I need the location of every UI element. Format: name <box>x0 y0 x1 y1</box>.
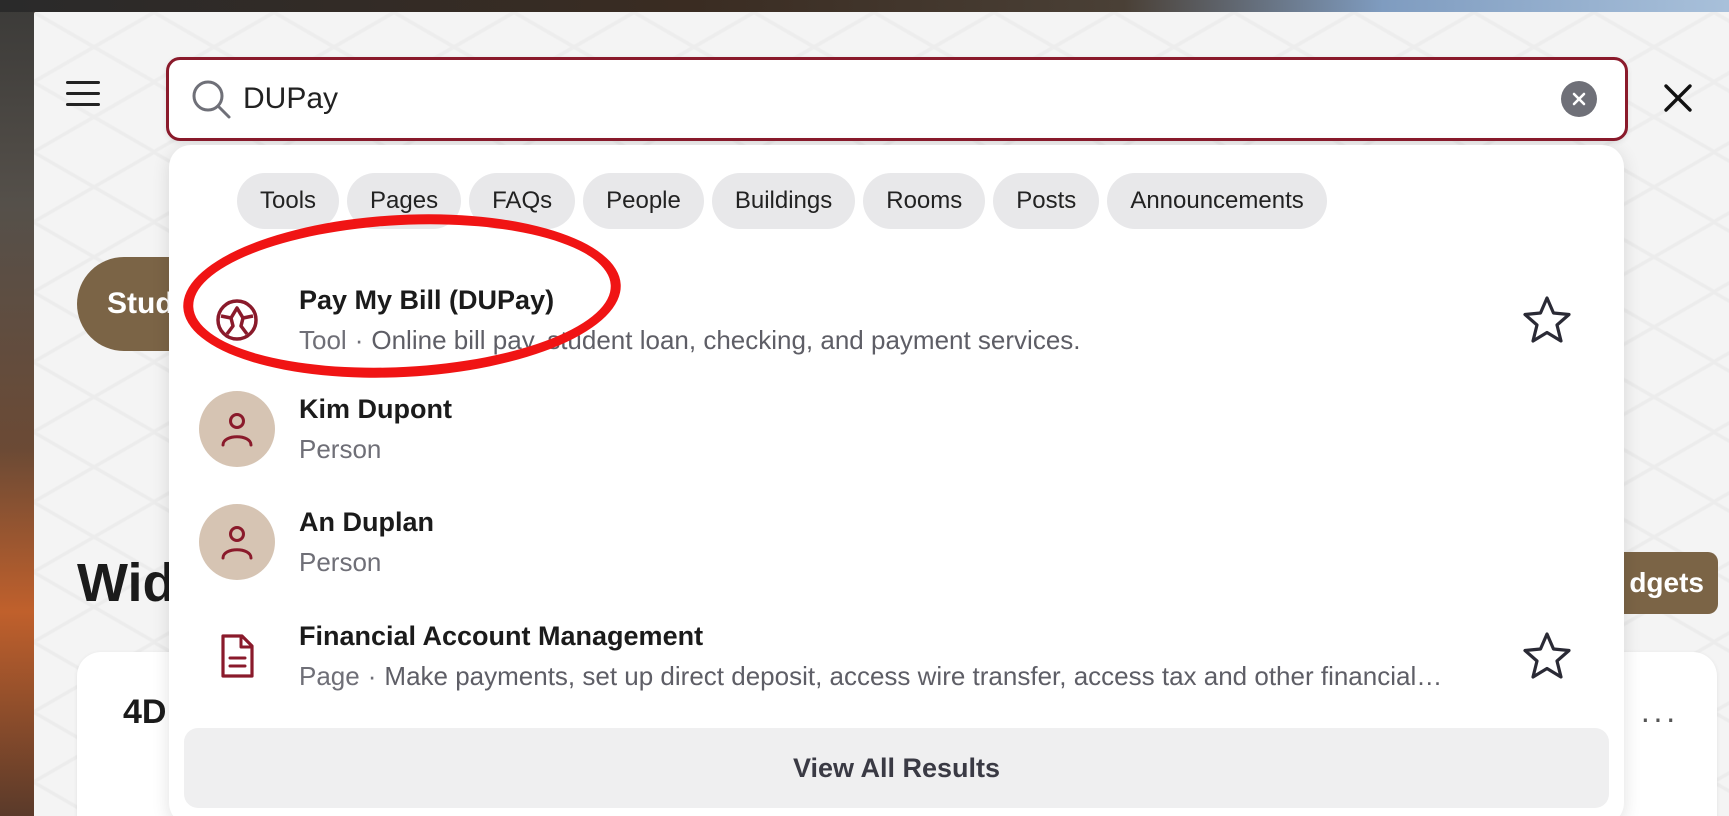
x-glyph-icon <box>1572 92 1586 106</box>
add-widgets-label: dgets <box>1629 567 1704 598</box>
search-results-dropdown: Tools Pages FAQs People Buildings Rooms … <box>169 145 1624 816</box>
search-input[interactable] <box>243 69 1561 129</box>
result-description: Online bill pay, student loan, checking,… <box>371 325 1081 355</box>
hamburger-line <box>66 102 100 106</box>
result-title: Kim Dupont <box>299 394 452 424</box>
clear-search-icon[interactable] <box>1561 81 1597 117</box>
hamburger-menu-button[interactable] <box>60 70 106 116</box>
filter-chip-announcements[interactable]: Announcements <box>1107 173 1327 229</box>
filter-chip-rooms[interactable]: Rooms <box>863 173 986 229</box>
widgets-heading: Wid <box>77 553 176 613</box>
result-type: Tool <box>299 325 347 355</box>
filter-chip-people[interactable]: People <box>583 173 704 229</box>
result-item[interactable]: Pay My Bill (DUPay) Tool · Online bill pay… <box>169 265 1624 375</box>
filter-chip-pages[interactable]: Pages <box>347 173 462 229</box>
favorite-star-icon[interactable] <box>1521 294 1573 346</box>
view-all-results-button[interactable]: View All Results <box>184 728 1609 808</box>
result-title: Pay My Bill (DUPay) <box>299 285 555 315</box>
search-bar <box>166 57 1628 141</box>
result-subtitle: Page · Make payments, set up direct deposi… <box>299 658 1442 694</box>
filter-chip-posts[interactable]: Posts <box>993 173 1100 229</box>
separator-dot: · <box>367 661 377 691</box>
close-search-icon[interactable] <box>1658 78 1698 118</box>
result-description: Make payments, set up direct deposit, ac… <box>384 661 1443 691</box>
filter-chip-tools[interactable]: Tools <box>237 173 340 229</box>
hamburger-line <box>66 80 100 84</box>
widget-card-title: 4D <box>123 693 167 731</box>
widget-card-more-icon[interactable]: ··· <box>1640 700 1678 737</box>
background-photo-left <box>0 0 34 816</box>
filter-chip-buildings[interactable]: Buildings <box>711 173 856 229</box>
person-icon <box>199 391 275 467</box>
result-title: Financial Account Management <box>299 621 704 651</box>
result-item[interactable]: An Duplan Person <box>169 487 1624 597</box>
result-type: Person <box>299 434 382 464</box>
document-icon <box>199 618 275 694</box>
result-type: Person <box>299 547 382 577</box>
tool-icon <box>199 282 275 358</box>
result-item[interactable]: Financial Account Management Page · Make p… <box>169 601 1624 711</box>
result-subtitle: Person <box>299 544 434 580</box>
student-pill-label: Stud <box>107 287 174 320</box>
result-title: An Duplan <box>299 507 434 537</box>
separator-dot: · <box>354 325 364 355</box>
result-subtitle: Tool · Online bill pay, student loan, chec… <box>299 322 1081 358</box>
filter-chip-faqs[interactable]: FAQs <box>469 173 576 229</box>
result-item[interactable]: Kim Dupont Person <box>169 374 1624 484</box>
favorite-star-icon[interactable] <box>1521 630 1573 682</box>
search-icon <box>192 80 231 119</box>
filter-chips: Tools Pages FAQs People Buildings Rooms … <box>237 173 1327 229</box>
person-icon <box>199 504 275 580</box>
result-subtitle: Person <box>299 431 452 467</box>
result-type: Page <box>299 661 360 691</box>
hamburger-line <box>66 91 100 95</box>
background-photo-top <box>0 0 1729 12</box>
